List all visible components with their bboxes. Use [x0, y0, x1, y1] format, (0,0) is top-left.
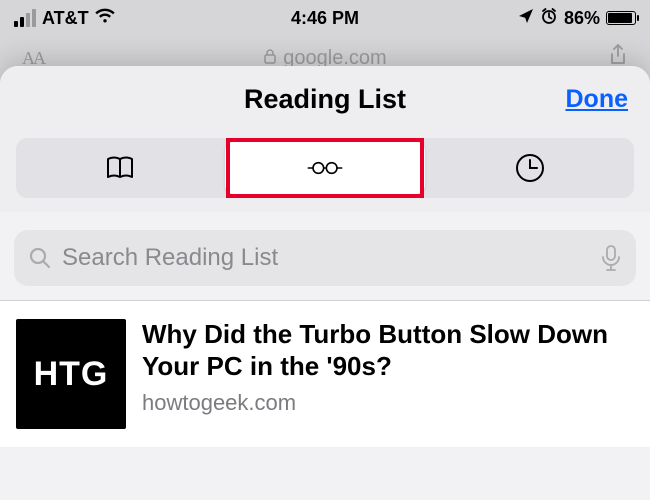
- tab-history[interactable]: [429, 142, 630, 194]
- mic-icon[interactable]: [600, 245, 622, 271]
- alarm-icon: [540, 7, 558, 30]
- screen: AT&T 4:46 PM 86% AA google.com: [0, 0, 650, 500]
- clock-icon: [512, 150, 548, 186]
- search-placeholder: Search Reading List: [62, 244, 590, 272]
- item-domain: howtogeek.com: [142, 390, 634, 416]
- list-item[interactable]: HTG Why Did the Turbo Button Slow Down Y…: [0, 301, 650, 447]
- reading-list: HTG Why Did the Turbo Button Slow Down Y…: [0, 301, 650, 447]
- wifi-icon: [95, 8, 115, 29]
- battery-percent: 86%: [564, 8, 600, 29]
- search-icon: [28, 246, 52, 270]
- tab-reading-list[interactable]: [225, 142, 426, 194]
- glasses-icon: [307, 150, 343, 186]
- item-thumbnail: HTG: [16, 319, 126, 429]
- location-arrow-icon: [518, 8, 534, 29]
- battery-icon: [606, 11, 636, 25]
- bookmarks-sheet: Reading List Done: [0, 66, 650, 500]
- done-button[interactable]: Done: [566, 85, 629, 114]
- status-bar: AT&T 4:46 PM 86%: [0, 0, 650, 36]
- sheet-header: Reading List Done: [0, 66, 650, 132]
- item-title: Why Did the Turbo Button Slow Down Your …: [142, 319, 634, 382]
- book-icon: [102, 150, 138, 186]
- view-segmented-control[interactable]: [16, 138, 634, 198]
- tab-bookmarks[interactable]: [20, 142, 221, 194]
- sheet-title: Reading List: [244, 84, 406, 115]
- cell-signal-icon: [14, 9, 36, 27]
- carrier-label: AT&T: [42, 8, 89, 29]
- search-field[interactable]: Search Reading List: [14, 230, 636, 286]
